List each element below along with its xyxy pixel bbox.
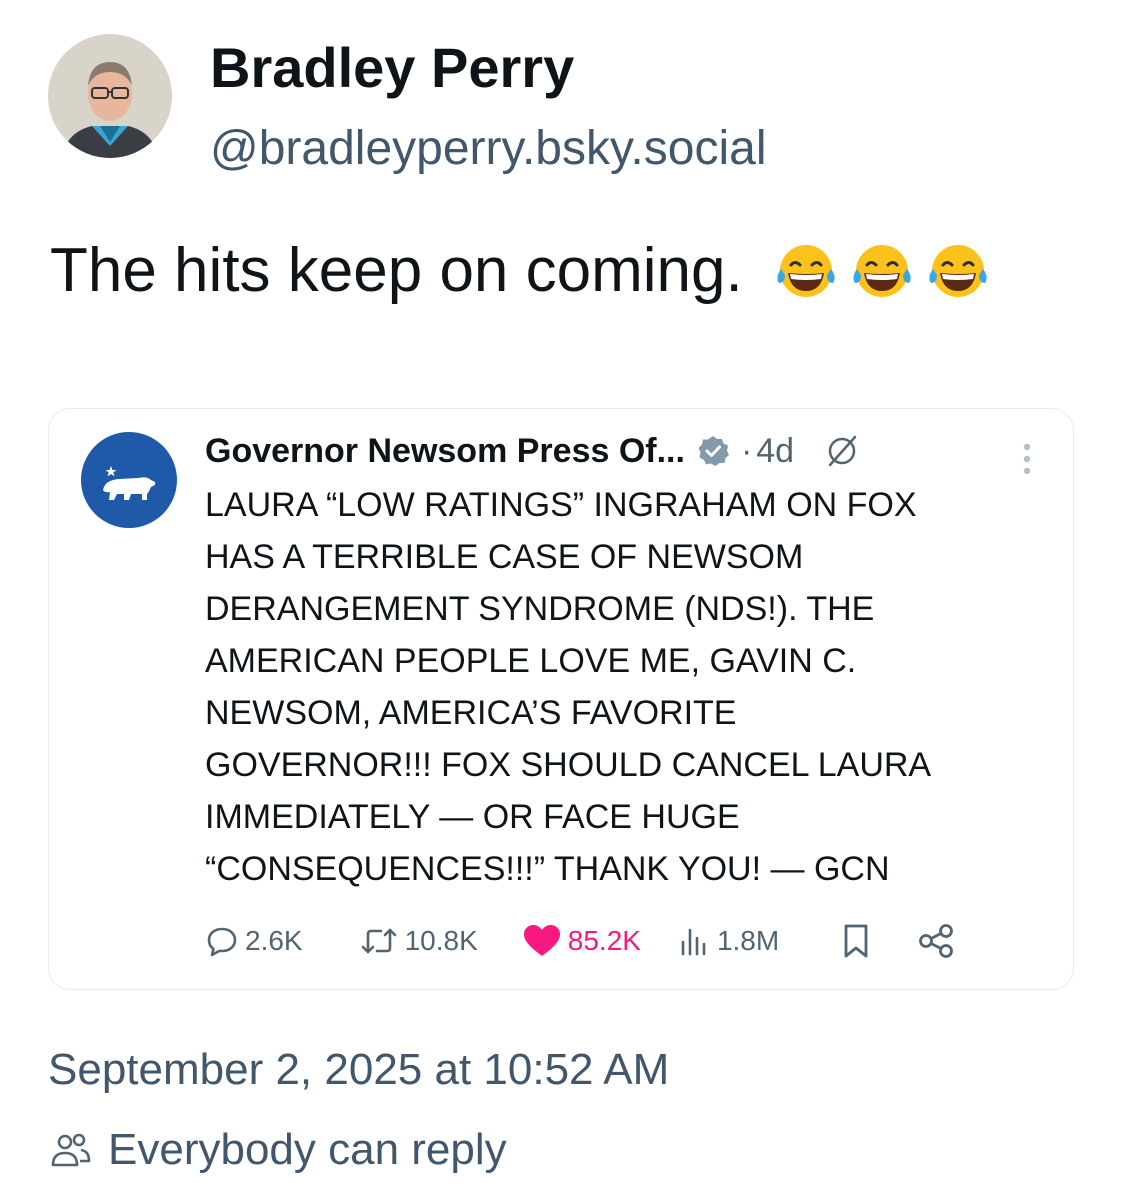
share-icon[interactable] <box>917 922 955 960</box>
bookmark-icon[interactable] <box>839 922 873 960</box>
repost-icon <box>361 928 396 954</box>
post-timestamp[interactable]: September 2, 2025 at 10:52 AM <box>48 1045 669 1095</box>
reply-icon <box>207 927 237 957</box>
embed-line: DERANGEMENT SYNDROME (NDS!). THE <box>205 590 875 628</box>
embedded-post-card[interactable]: Governor Newsom Press Of... · 4d LAURA “… <box>48 408 1074 990</box>
author-avatar[interactable] <box>48 34 172 158</box>
views-count: 1.8M <box>716 925 780 956</box>
post-text: The hits keep on coming. <box>50 240 991 302</box>
embed-line: GOVERNOR!!! FOX SHOULD CANCEL LAURA <box>205 746 932 784</box>
repost-count: 10.8K <box>404 925 478 956</box>
embed-line: NEWSOM, AMERICA’S FAVORITE <box>205 694 737 732</box>
verified-badge-icon <box>698 436 729 466</box>
grok-icon[interactable] <box>822 431 862 471</box>
like-action[interactable]: 85.2K <box>522 923 641 959</box>
embed-actions: 2.6K 10.8K 85.2K 1.8M <box>205 921 955 961</box>
laughing-emoji-icon <box>929 245 987 297</box>
repost-action[interactable]: 10.8K <box>359 924 478 958</box>
heart-icon <box>523 925 560 956</box>
embed-line: AMERICAN PEOPLE LOVE ME, GAVIN C. <box>205 642 857 680</box>
embed-line: IMMEDIATELY — OR FACE HUGE <box>205 798 740 836</box>
embed-author-name[interactable]: Governor Newsom Press Of... <box>205 432 685 471</box>
embed-body: LAURA “LOW RATINGS” INGRAHAM ON FOX HAS … <box>205 479 1055 895</box>
bear-icon <box>103 466 156 500</box>
laughing-emoji-icon <box>853 245 911 297</box>
reply-action[interactable]: 2.6K <box>205 924 303 958</box>
reply-setting-label: Everybody can reply <box>108 1125 507 1174</box>
embed-header: Governor Newsom Press Of... · 4d <box>205 429 862 473</box>
embed-dot-separator: · <box>740 431 753 470</box>
author-display-name[interactable]: Bradley Perry <box>210 40 574 96</box>
more-options-icon[interactable] <box>1021 439 1033 483</box>
embed-avatar[interactable] <box>81 432 177 528</box>
reply-setting[interactable]: Everybody can reply <box>50 1125 507 1175</box>
embed-line: LAURA “LOW RATINGS” INGRAHAM ON FOX <box>205 486 917 524</box>
views-chart-icon <box>681 928 706 956</box>
author-handle[interactable]: @bradleyperry.bsky.social <box>210 125 766 173</box>
embed-line: HAS A TERRIBLE CASE OF NEWSOM <box>205 538 804 576</box>
emoji-group <box>773 241 991 301</box>
views-action[interactable]: 1.8M <box>677 924 779 958</box>
embed-line: “CONSEQUENCES!!!” THANK YOU! — GCN <box>205 850 890 888</box>
like-count: 85.2K <box>567 925 641 956</box>
laughing-emoji-icon <box>777 245 835 297</box>
embed-time[interactable]: 4d <box>756 432 794 471</box>
people-icon <box>51 1133 91 1167</box>
reply-count: 2.6K <box>245 925 303 956</box>
post-text-content: The hits keep on coming. <box>50 236 743 305</box>
